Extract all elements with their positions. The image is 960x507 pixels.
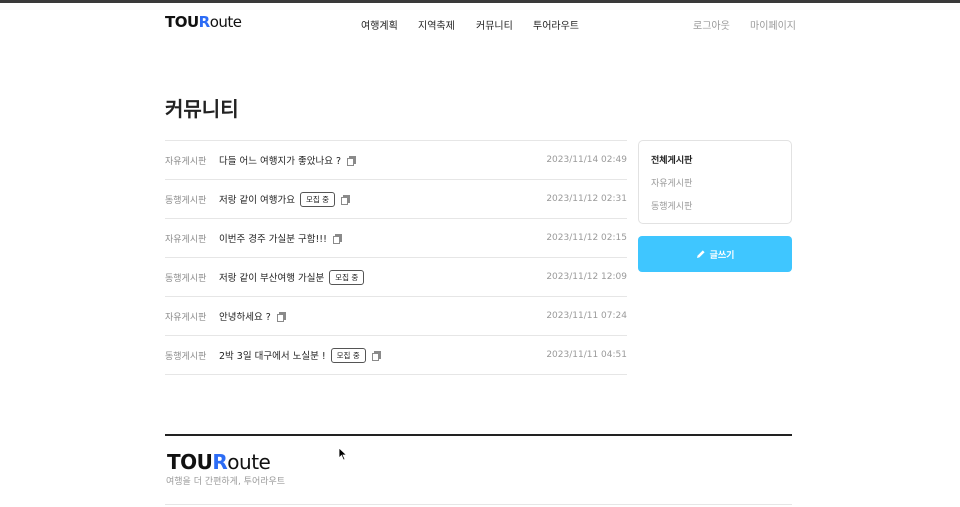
post-title[interactable]: 다들 어느 여행지가 좋았나요 ? xyxy=(219,153,341,167)
post-date: 2023/11/12 02:15 xyxy=(546,233,627,243)
top-border xyxy=(0,0,960,3)
mouse-cursor-icon xyxy=(338,447,348,461)
post-category: 자유게시판 xyxy=(165,234,207,245)
nav-tour-route[interactable]: 투어라우트 xyxy=(533,17,579,32)
mypage-link[interactable]: 마이페이지 xyxy=(750,17,796,32)
post-date: 2023/11/11 04:51 xyxy=(546,350,627,360)
footer-tagline: 여행을 더 간편하게, 투어라우트 xyxy=(166,477,286,487)
post-date: 2023/11/11 07:24 xyxy=(546,311,627,321)
board-filter-companion[interactable]: 동행게시판 xyxy=(651,199,692,212)
nav-festival[interactable]: 지역축제 xyxy=(418,17,455,32)
post-category: 자유게시판 xyxy=(165,312,207,323)
post-title[interactable]: 2박 3일 대구에서 노실분 ! xyxy=(219,348,326,362)
page-title: 커뮤니티 xyxy=(165,97,239,121)
post-title[interactable]: 이번주 경주 가실분 구함!!! xyxy=(219,231,327,245)
write-button-label: 글쓰기 xyxy=(709,250,735,261)
list-item[interactable]: 자유게시판 안녕하세요 ? 2023/11/11 07:24 xyxy=(165,297,627,336)
document-icon xyxy=(341,195,351,205)
footer-bottom-divider xyxy=(165,504,792,505)
document-icon xyxy=(347,156,357,166)
logout-link[interactable]: 로그아웃 xyxy=(693,17,730,32)
document-icon xyxy=(276,312,286,322)
document-icon xyxy=(332,234,342,244)
post-category: 자유게시판 xyxy=(165,156,207,167)
recruiting-badge: 모집 중 xyxy=(299,191,336,207)
list-item[interactable]: 동행게시판 저랑 같이 여행가요 모집 중 2023/11/12 02:31 xyxy=(165,180,627,219)
post-category: 동행게시판 xyxy=(165,351,207,362)
post-date: 2023/11/12 02:31 xyxy=(546,194,627,204)
list-item[interactable]: 동행게시판 저랑 같이 부산여행 가실분 모집 중 2023/11/12 12:… xyxy=(165,258,627,297)
post-title[interactable]: 안녕하세요 ? xyxy=(219,309,271,323)
document-icon xyxy=(371,351,381,361)
board-filter-box: 전체게시판 자유게시판 동행게시판 xyxy=(638,140,792,224)
post-list: 자유게시판 다들 어느 여행지가 좋았나요 ? 2023/11/14 02:49… xyxy=(165,140,627,375)
post-title[interactable]: 저랑 같이 부산여행 가실분 xyxy=(219,270,324,284)
nav-community[interactable]: 커뮤니티 xyxy=(476,17,513,32)
nav-travel-plan[interactable]: 여행계획 xyxy=(361,17,398,32)
pencil-icon xyxy=(696,250,705,258)
post-title[interactable]: 저랑 같이 여행가요 xyxy=(219,192,295,206)
board-filter-all[interactable]: 전체게시판 xyxy=(651,153,692,166)
post-category: 동행게시판 xyxy=(165,273,207,284)
recruiting-badge: 모집 중 xyxy=(330,347,366,363)
recruiting-badge: 모집 중 xyxy=(329,269,365,285)
list-item[interactable]: 동행게시판 2박 3일 대구에서 노실분 ! 모집 중 2023/11/11 0… xyxy=(165,336,627,375)
post-date: 2023/11/14 02:49 xyxy=(546,155,627,165)
post-category: 동행게시판 xyxy=(165,195,207,206)
footer-logo: TOURoute xyxy=(167,450,271,474)
footer-divider xyxy=(165,434,792,436)
list-item[interactable]: 자유게시판 이번주 경주 가실분 구함!!! 2023/11/12 02:15 xyxy=(165,219,627,258)
post-date: 2023/11/12 12:09 xyxy=(546,272,627,282)
write-post-button[interactable]: 글쓰기 xyxy=(638,236,792,272)
list-item[interactable]: 자유게시판 다들 어느 여행지가 좋았나요 ? 2023/11/14 02:49 xyxy=(165,141,627,180)
logo[interactable]: TOURoute xyxy=(165,13,242,31)
board-filter-free[interactable]: 자유게시판 xyxy=(651,176,692,189)
